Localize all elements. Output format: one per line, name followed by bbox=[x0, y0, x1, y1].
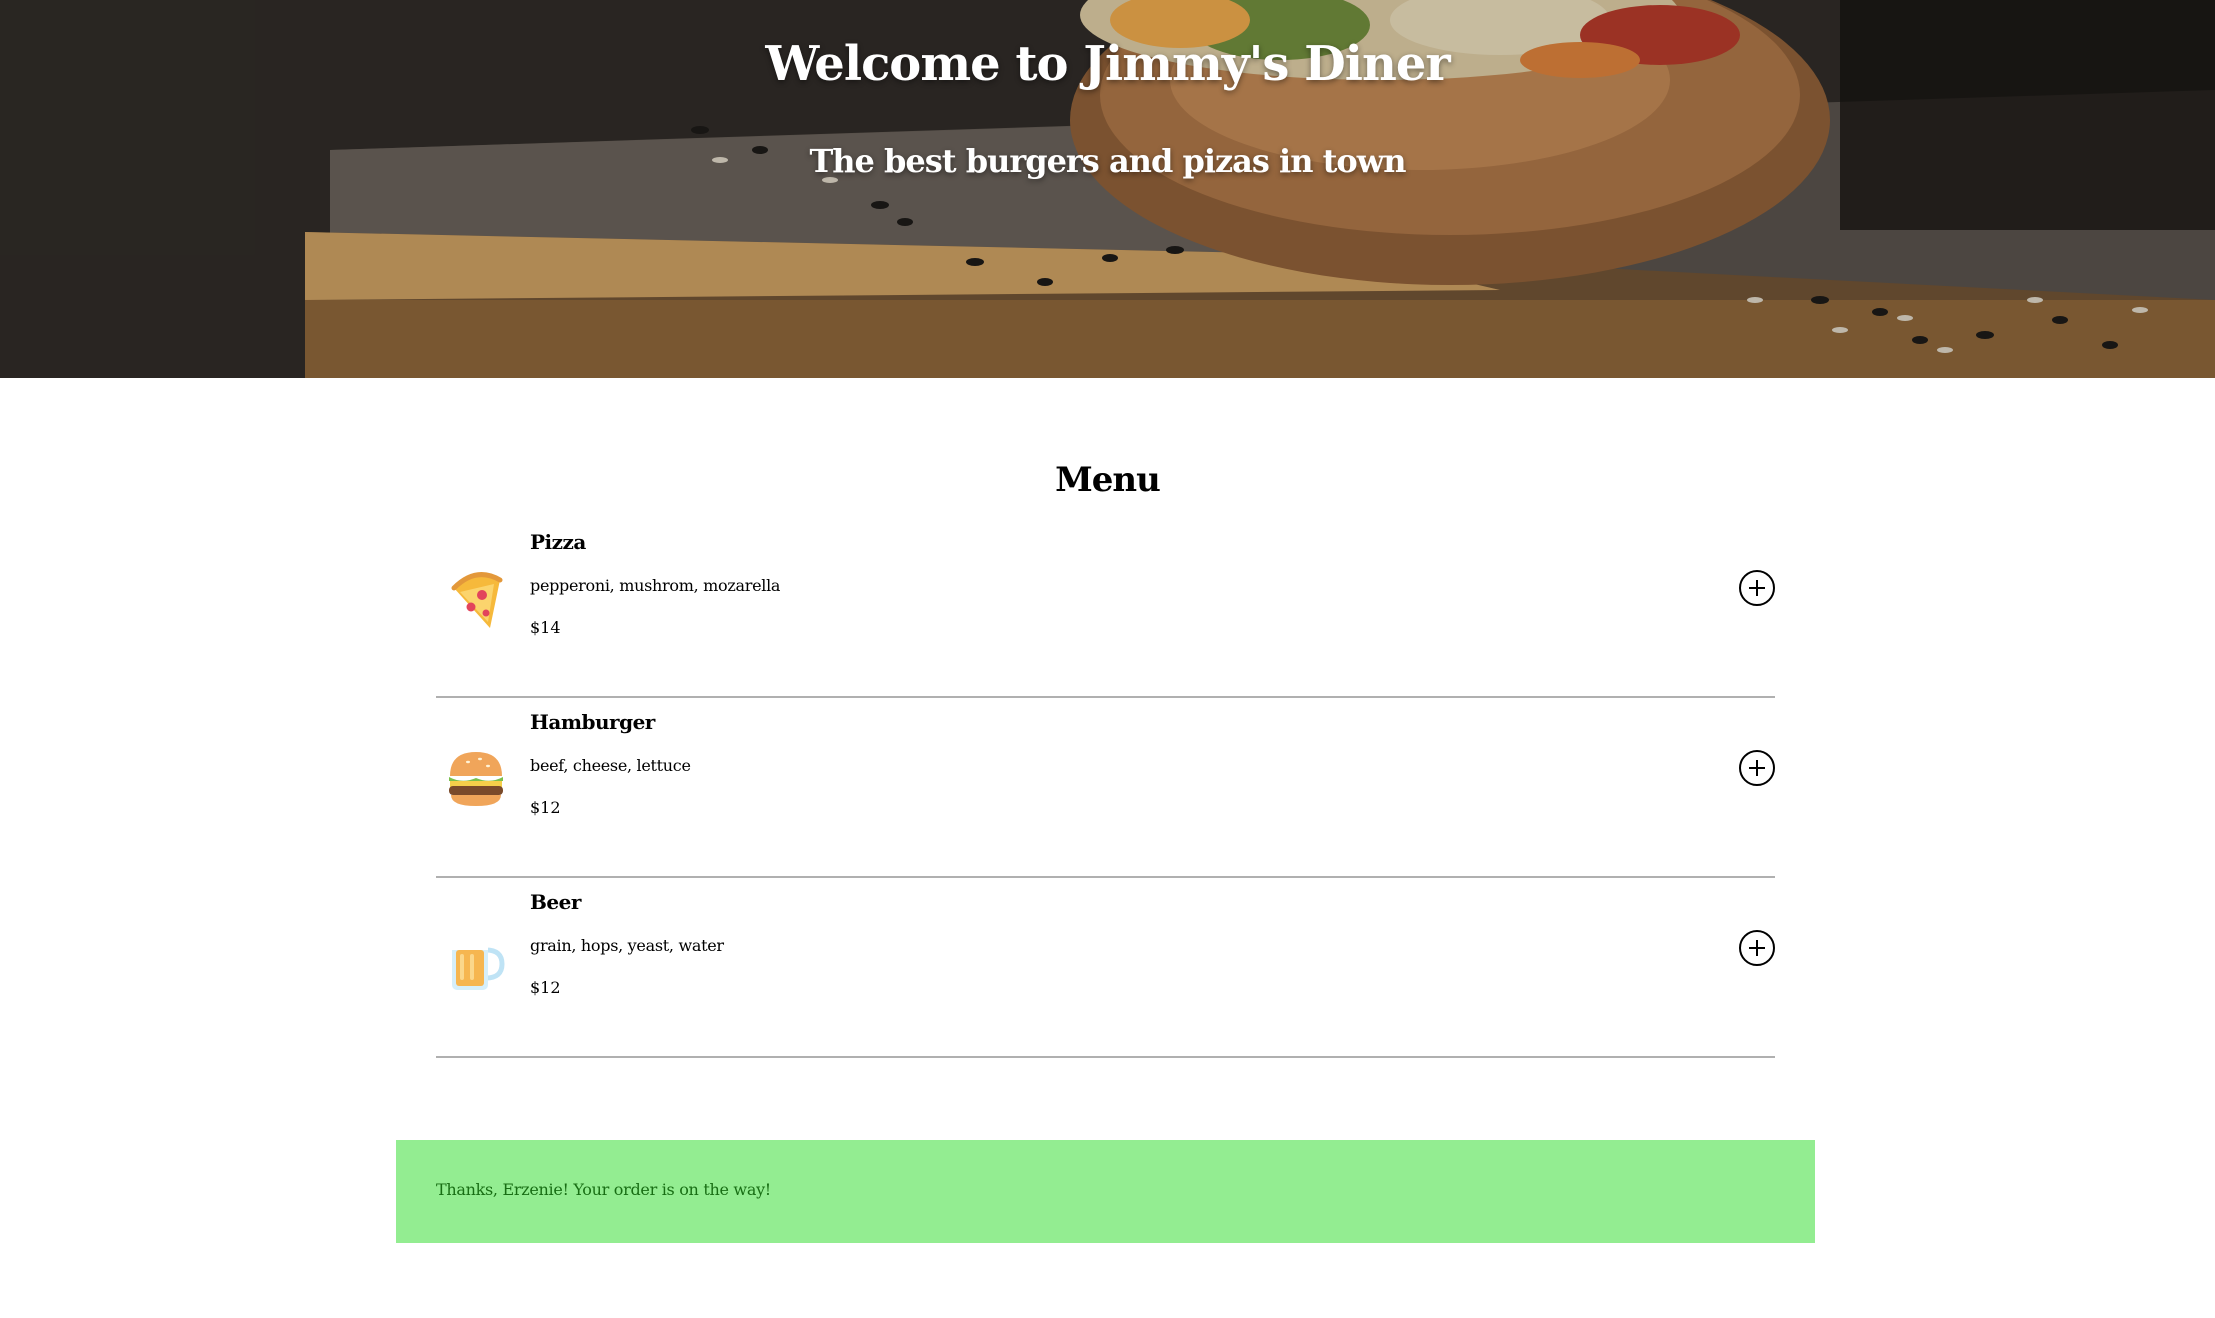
order-confirmation-banner: Thanks, Erzenie! Your order is on the wa… bbox=[396, 1140, 1815, 1243]
item-name: Pizza bbox=[530, 530, 586, 554]
add-hamburger-button[interactable] bbox=[1739, 750, 1775, 786]
add-pizza-button[interactable] bbox=[1739, 570, 1775, 606]
beer-icon bbox=[451, 929, 505, 990]
item-price: $14 bbox=[530, 618, 561, 637]
page-subtitle: The best burgers and pizas in town bbox=[809, 142, 1406, 180]
order-confirmation-message: Thanks, Erzenie! Your order is on the wa… bbox=[436, 1180, 771, 1199]
plus-icon bbox=[1749, 580, 1765, 596]
item-ingredients: grain, hops, yeast, water bbox=[530, 936, 724, 955]
menu-title: Menu bbox=[1055, 460, 1161, 500]
menu-item-hamburger: Hamburger beef, cheese, lettuce $12 bbox=[436, 698, 1775, 878]
menu-item-pizza: Pizza pepperoni, mushrom, mozarella $14 bbox=[436, 518, 1775, 698]
add-beer-button[interactable] bbox=[1739, 930, 1775, 966]
pizza-icon bbox=[451, 572, 503, 628]
item-name: Beer bbox=[530, 890, 581, 914]
item-ingredients: pepperoni, mushrom, mozarella bbox=[530, 576, 781, 595]
hero-banner: Welcome to Jimmy's Diner The best burger… bbox=[0, 0, 2215, 378]
hamburger-icon bbox=[449, 752, 503, 806]
plus-icon bbox=[1749, 940, 1765, 956]
page-title: Welcome to Jimmy's Diner bbox=[765, 36, 1450, 92]
item-name: Hamburger bbox=[530, 710, 655, 734]
item-price: $12 bbox=[530, 978, 561, 997]
item-price: $12 bbox=[530, 798, 561, 817]
item-ingredients: beef, cheese, lettuce bbox=[530, 756, 691, 775]
menu-item-beer: Beer grain, hops, yeast, water $12 bbox=[436, 878, 1775, 1058]
plus-icon bbox=[1749, 760, 1765, 776]
